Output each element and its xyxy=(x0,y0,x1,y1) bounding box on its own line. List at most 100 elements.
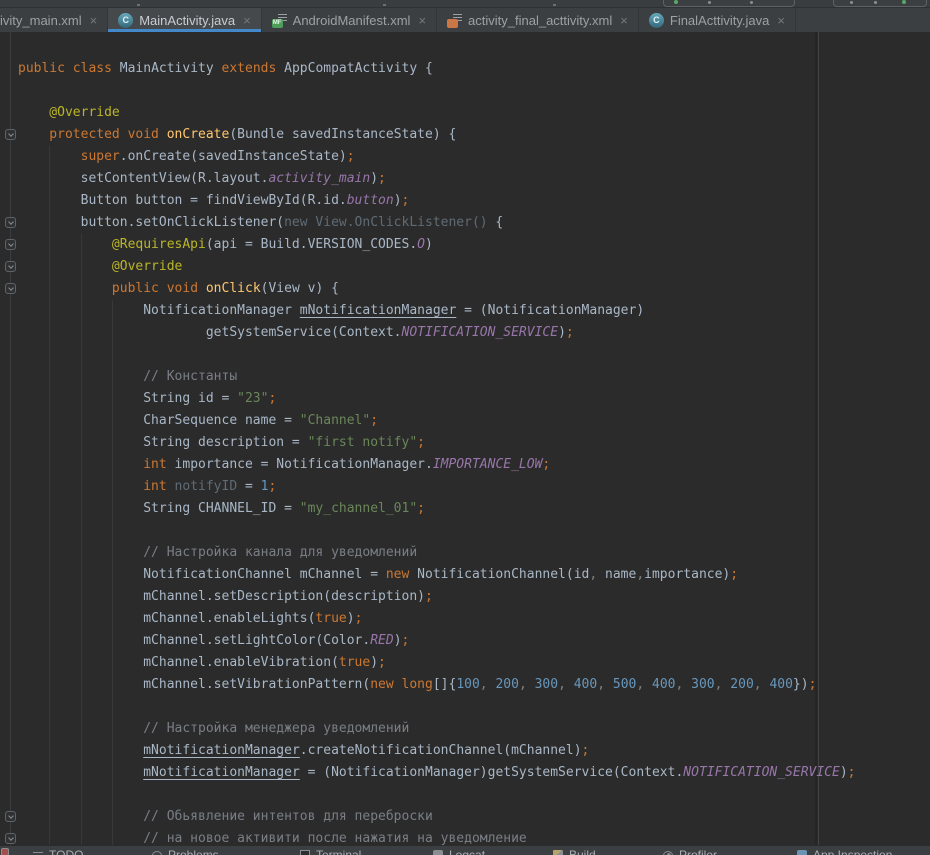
code-line-6: setContentView(R.layout.activity_main); xyxy=(18,168,856,190)
code-line-30 xyxy=(18,696,856,718)
device-selector-control[interactable] xyxy=(833,0,927,7)
manifest-file-icon: MF xyxy=(272,13,287,28)
fold-marker-icon[interactable] xyxy=(5,261,16,272)
code-line-25: mChannel.setDescription(description); xyxy=(18,586,856,608)
fold-marker-icon[interactable] xyxy=(5,239,16,250)
tool-window-button-app-inspection[interactable]: App Inspection xyxy=(797,848,892,855)
main-toolbar-strip xyxy=(0,0,930,8)
close-icon[interactable]: × xyxy=(777,14,785,27)
code-line-15: // Константы xyxy=(18,366,856,388)
code-line-9: @RequiresApi(api = Build.VERSION_CODES.O… xyxy=(18,234,856,256)
code-line-1: public class MainActivity extends AppCom… xyxy=(18,58,856,80)
run-status-dot-icon xyxy=(902,0,906,4)
code-line-5: super.onCreate(savedInstanceState); xyxy=(18,146,856,168)
tab-label: AndroidManifest.xml xyxy=(293,13,411,28)
tool-window-label: Build xyxy=(569,848,596,855)
code-line-18: String description = "first notify"; xyxy=(18,432,856,454)
close-icon[interactable]: × xyxy=(620,14,628,27)
code-line-32: mNotificationManager.createNotificationC… xyxy=(18,740,856,762)
close-icon[interactable]: × xyxy=(418,14,426,27)
gutter-separator xyxy=(10,32,11,845)
toolbar-dot-icon xyxy=(874,1,877,4)
editor-tab-bar: ivity_main.xml × C MainActivity.java × MF Andr… xyxy=(0,8,930,32)
code-line-20: int notifyID = 1; xyxy=(18,476,856,498)
code-line-17: CharSequence name = "Channel"; xyxy=(18,410,856,432)
terminal-icon xyxy=(300,850,310,855)
tab-label: ivity_main.xml xyxy=(0,13,82,28)
tool-window-button-build[interactable]: Build xyxy=(553,848,596,855)
tab-ivity-main-xml[interactable]: ivity_main.xml × xyxy=(0,8,108,32)
code-line-12: NotificationManager mNotificationManager… xyxy=(18,300,856,322)
tool-window-widget-icon[interactable] xyxy=(1,848,9,855)
code-line-26: mChannel.enableLights(true); xyxy=(18,608,856,630)
tab-label: activity_final_acttivity.xml xyxy=(468,13,612,28)
code-line-4: protected void onCreate(Bundle savedInst… xyxy=(18,124,856,146)
toolbar-tick xyxy=(553,4,556,6)
code-line-3: @Override xyxy=(18,102,856,124)
code-line-22 xyxy=(18,520,856,542)
code-content: public class MainActivity extends AppCom… xyxy=(18,58,856,845)
toolbar-dot-icon xyxy=(708,1,711,4)
logcat-icon xyxy=(433,850,443,855)
fold-marker-icon[interactable] xyxy=(5,811,16,822)
code-line-13: getSystemService(Context.NOTIFICATION_SE… xyxy=(18,322,856,344)
tab-androidmanifest-xml[interactable]: MF AndroidManifest.xml × xyxy=(262,8,437,32)
toolbar-dot-icon xyxy=(850,1,853,4)
tab-finalacttivity-java[interactable]: C FinalActtivity.java × xyxy=(639,8,796,32)
code-line-28: mChannel.enableVibration(true); xyxy=(18,652,856,674)
tool-window-label: Problems xyxy=(168,848,219,855)
tool-window-button-logcat[interactable]: Logcat xyxy=(433,848,485,855)
problems-icon xyxy=(152,851,162,855)
code-line-8: button.setOnClickListener(new View.OnCli… xyxy=(18,212,856,234)
code-line-11: public void onClick(View v) { xyxy=(18,278,856,300)
code-line-31: // Настройка менеджера уведомлений xyxy=(18,718,856,740)
run-status-dot-icon xyxy=(674,0,678,4)
java-class-icon: C xyxy=(118,13,133,28)
tool-window-button-terminal[interactable]: Terminal xyxy=(300,848,361,855)
tab-label: FinalActtivity.java xyxy=(670,13,769,28)
tool-window-button-profiler[interactable]: Profiler xyxy=(663,848,717,855)
code-line-19: int importance = NotificationManager.IMP… xyxy=(18,454,856,476)
tool-window-button-problems[interactable]: Problems xyxy=(152,848,219,855)
tool-window-button-todo[interactable]: TODO xyxy=(33,848,83,855)
tab-label: MainActivity.java xyxy=(139,13,235,28)
code-line-23: // Настройка канала для уведомлений xyxy=(18,542,856,564)
toolbar-dot-icon xyxy=(750,1,753,4)
tab-mainactivity-java[interactable]: C MainActivity.java × xyxy=(108,8,261,32)
code-editor[interactable]: public class MainActivity extends AppCom… xyxy=(0,32,930,845)
code-line-7: Button button = findViewById(R.id.button… xyxy=(18,190,856,212)
code-line-14 xyxy=(18,344,856,366)
code-line-36: // на новое активити после нажатия на ув… xyxy=(18,828,856,845)
close-icon[interactable]: × xyxy=(243,14,251,27)
code-line-27: mChannel.setLightColor(Color.RED); xyxy=(18,630,856,652)
close-icon[interactable]: × xyxy=(90,14,98,27)
fold-marker-icon[interactable] xyxy=(5,833,16,844)
java-class-icon: C xyxy=(649,13,664,28)
code-line-35: // Обьявление интентов для переброски xyxy=(18,806,856,828)
toolbar-tick xyxy=(137,4,140,6)
code-line-29: mChannel.setVibrationPattern(new long[]{… xyxy=(18,674,856,696)
profiler-icon xyxy=(663,851,673,855)
tool-window-bar: TODO Problems Terminal Logcat Build Profiler A… xyxy=(0,845,930,855)
build-icon xyxy=(553,850,563,855)
todo-icon xyxy=(33,852,43,855)
android-studio-window: ivity_main.xml × C MainActivity.java × MF Andr… xyxy=(0,0,930,855)
tool-window-label: App Inspection xyxy=(813,848,892,855)
tab-activity-final-acttivity-xml[interactable]: activity_final_acttivity.xml × xyxy=(437,8,639,32)
code-line-16: String id = "23"; xyxy=(18,388,856,410)
fold-marker-icon[interactable] xyxy=(5,129,16,140)
app-inspection-icon xyxy=(797,850,807,855)
code-line-33: mNotificationManager = (NotificationMana… xyxy=(18,762,856,784)
code-line-21: String CHANNEL_ID = "my_channel_01"; xyxy=(18,498,856,520)
fold-marker-icon[interactable] xyxy=(5,217,16,228)
code-line-24: NotificationChannel mChannel = new Notif… xyxy=(18,564,856,586)
tool-window-label: TODO xyxy=(49,848,83,855)
code-line-2 xyxy=(18,80,856,102)
toolbar-tick xyxy=(383,4,386,6)
code-line-34 xyxy=(18,784,856,806)
layout-xml-icon xyxy=(447,13,462,28)
run-configuration-control[interactable] xyxy=(663,0,795,7)
fold-marker-icon[interactable] xyxy=(5,283,16,294)
tool-window-label: Terminal xyxy=(316,848,361,855)
tool-window-label: Profiler xyxy=(679,848,717,855)
